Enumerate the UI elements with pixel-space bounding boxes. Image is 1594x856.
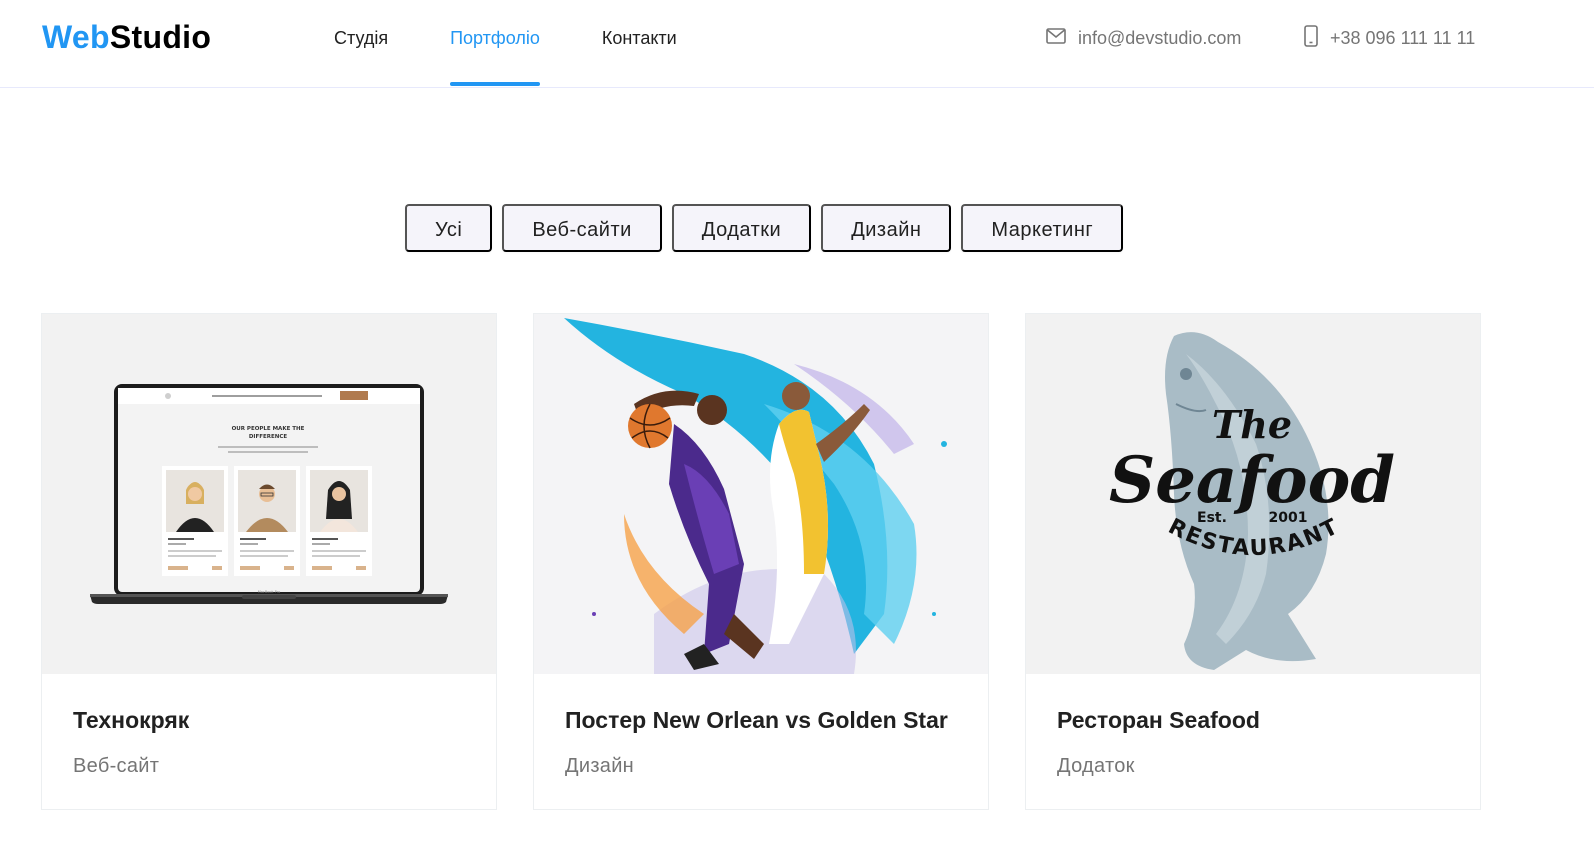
contact-email: info@devstudio.com — [1046, 0, 1241, 76]
logo-year-text: 2001 — [1269, 510, 1308, 526]
card-body: Постер New Orlean vs Golden Star Дизайн — [534, 674, 988, 778]
seafood-logo-image: The Seafood Est. 2001 RESTAURANT — [1026, 314, 1480, 674]
logo[interactable]: WebStudio — [42, 18, 211, 56]
logo-seafood-text: Seafood — [1109, 443, 1395, 518]
card-category: Веб-сайт — [73, 755, 160, 777]
logo-est-text: Est. — [1197, 510, 1227, 526]
mockup-heading-2: DIFFERENCE — [249, 434, 288, 440]
card-category: Додаток — [1057, 755, 1135, 777]
card-title: Постер New Orlean vs Golden Star — [565, 707, 948, 733]
main-nav: Студія Портфоліо Контакти — [334, 0, 677, 88]
basketball-poster-image — [534, 314, 988, 674]
envelope-icon — [1046, 27, 1066, 49]
filter-marketing-button[interactable]: Маркетинг — [961, 204, 1124, 252]
nav-item-label: Студія — [334, 28, 389, 48]
email-text: info@devstudio.com — [1078, 27, 1242, 48]
active-nav-underline — [450, 82, 540, 86]
smartphone-icon — [1304, 24, 1318, 52]
portfolio-card-poster[interactable]: Постер New Orlean vs Golden Star Дизайн — [533, 313, 989, 810]
email-link[interactable]: info@devstudio.com — [1046, 28, 1241, 49]
mockup-heading-1: OUR PEOPLE MAKE THE — [232, 426, 305, 432]
contact-phone: +38 096 111 11 11 — [1304, 0, 1475, 76]
card-body: Технокряк Веб-сайт — [42, 674, 496, 778]
card-title: Ресторан Seafood — [1057, 707, 1260, 733]
card-body: Ресторан Seafood Додаток — [1026, 674, 1480, 778]
phone-link[interactable]: +38 096 111 11 11 — [1304, 24, 1476, 52]
filter-all-button[interactable]: Усі — [405, 204, 493, 252]
nav-item-contacts[interactable]: Контакти — [602, 0, 677, 88]
filter-apps-button[interactable]: Додатки — [671, 204, 812, 252]
logo-part-web: Web — [42, 19, 110, 55]
card-title: Технокряк — [73, 707, 190, 733]
filter-design-button[interactable]: Дизайн — [821, 204, 952, 252]
site-header: WebStudio Студія Портфоліо Контакти info… — [0, 0, 1594, 88]
nav-item-portfolio[interactable]: Портфоліо — [450, 0, 540, 88]
nav-item-studio[interactable]: Студія — [334, 0, 388, 88]
nav-item-label: Контакти — [601, 28, 677, 48]
filter-websites-button[interactable]: Веб-сайти — [502, 204, 662, 252]
logo-the-text: The — [1212, 402, 1292, 447]
portfolio-card-seafood[interactable]: The Seafood Est. 2001 RESTAURANT Рестора… — [1025, 313, 1481, 810]
portfolio-card-technokryak[interactable]: OUR PEOPLE MAKE THE DIFFERENCE MacBook P… — [41, 313, 497, 810]
laptop-mockup-image: OUR PEOPLE MAKE THE DIFFERENCE MacBook P… — [42, 314, 496, 674]
portfolio-filters: Усі Веб-сайти Додатки Дизайн Маркетинг — [405, 204, 1133, 252]
phone-text: +38 096 111 11 11 — [1330, 27, 1476, 48]
card-category: Дизайн — [565, 755, 635, 777]
nav-item-label: Портфоліо — [450, 28, 540, 48]
mockup-brand-label: MacBook Pro — [258, 590, 280, 594]
logo-part-studio: Studio — [109, 19, 212, 55]
